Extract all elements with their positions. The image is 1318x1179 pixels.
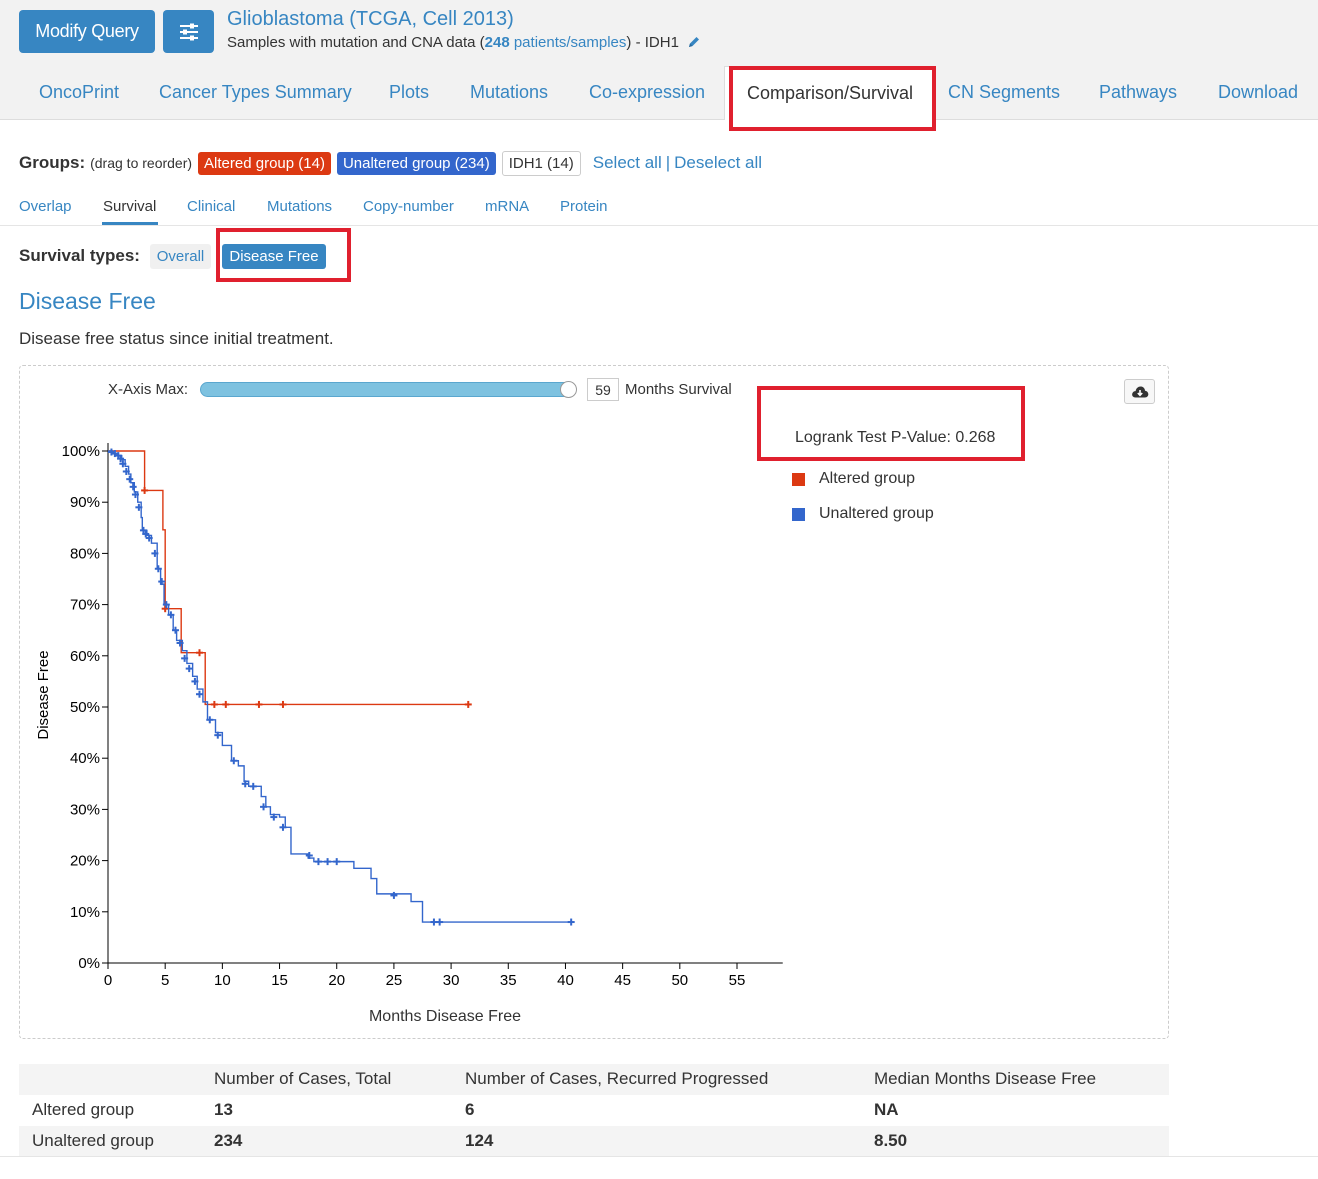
altered-group-censor-mark xyxy=(161,605,169,613)
y-tick-label: 60% xyxy=(70,648,100,665)
altered-group-censor-mark xyxy=(141,486,149,494)
unaltered-group-censor-mark xyxy=(249,782,257,790)
table-cell: 6 xyxy=(465,1100,475,1119)
unaltered-group-censor-mark xyxy=(333,858,341,866)
unaltered-group-censor-mark xyxy=(436,918,444,926)
altered-group-censor-mark xyxy=(255,700,263,708)
x-tick-label: 5 xyxy=(161,972,169,989)
table-cell: Altered group xyxy=(32,1100,135,1119)
unaltered-group-censor-mark xyxy=(195,690,203,698)
unaltered-group-censor-mark xyxy=(324,858,332,866)
altered-group-censor-mark xyxy=(222,700,230,708)
x-tick-label: 10 xyxy=(214,972,231,989)
table-row: Altered group 13 6 NA xyxy=(19,1095,1169,1126)
table-header-cell: Number of Cases, Recurred Progressed xyxy=(465,1069,769,1088)
altered-group-censor-mark xyxy=(464,700,472,708)
x-tick-label: 40 xyxy=(557,972,574,989)
unaltered-group-censor-mark xyxy=(129,483,137,491)
altered-group-censor-mark xyxy=(195,649,203,657)
x-axis-title: Months Disease Free xyxy=(369,1008,521,1025)
y-tick-label: 0% xyxy=(78,955,100,972)
unaltered-group-censor-mark xyxy=(567,918,575,926)
table-header-row: Number of Cases, Total Number of Cases, … xyxy=(19,1064,1169,1095)
y-tick-label: 70% xyxy=(70,597,100,614)
y-tick-label: 40% xyxy=(70,750,100,767)
table-cell: 124 xyxy=(465,1131,494,1150)
x-tick-label: 55 xyxy=(729,972,746,989)
table-row: Unaltered group 234 124 8.50 xyxy=(19,1126,1169,1157)
x-tick-label: 20 xyxy=(328,972,345,989)
y-tick-label: 90% xyxy=(70,494,100,511)
x-tick-label: 45 xyxy=(614,972,631,989)
km-survival-chart: 0% 10% 20% 30% 40% 50% 60% 70% 80% 90% 100% 0 5 10 15 2… xyxy=(35,443,783,1025)
table-cell: NA xyxy=(874,1100,899,1119)
unaltered-group-censor-mark xyxy=(185,665,193,673)
y-tick-label: 100% xyxy=(62,443,100,460)
unaltered-group-censor-mark xyxy=(126,475,134,483)
x-tick-label: 0 xyxy=(104,972,112,989)
table-cell: Unaltered group xyxy=(32,1131,154,1150)
unaltered-group-survival-line xyxy=(108,450,572,923)
table-header-cell: Number of Cases, Total xyxy=(214,1069,392,1088)
y-tick-label: 20% xyxy=(70,853,100,870)
unaltered-group-censor-mark xyxy=(390,891,398,899)
y-axis-title: Disease Free xyxy=(35,650,52,739)
x-tick-label: 50 xyxy=(671,972,688,989)
table-header-cell: Median Months Disease Free xyxy=(874,1069,1097,1088)
x-tick-label: 35 xyxy=(500,972,517,989)
altered-group-survival-line xyxy=(108,450,469,706)
table-cell: 13 xyxy=(214,1100,233,1119)
page-bottom-divider xyxy=(0,1156,1318,1157)
unaltered-group-censor-mark xyxy=(314,858,322,866)
altered-group-censor-mark xyxy=(279,700,287,708)
y-tick-label: 50% xyxy=(70,699,100,716)
x-tick-label: 30 xyxy=(443,972,460,989)
table-cell: 234 xyxy=(214,1131,243,1150)
y-tick-label: 30% xyxy=(70,801,100,818)
altered-group-censor-mark xyxy=(210,700,218,708)
y-tick-label: 80% xyxy=(70,545,100,562)
y-tick-label: 10% xyxy=(70,904,100,921)
x-tick-label: 15 xyxy=(271,972,288,989)
table-cell: 8.50 xyxy=(874,1131,908,1150)
x-tick-label: 25 xyxy=(386,972,403,989)
